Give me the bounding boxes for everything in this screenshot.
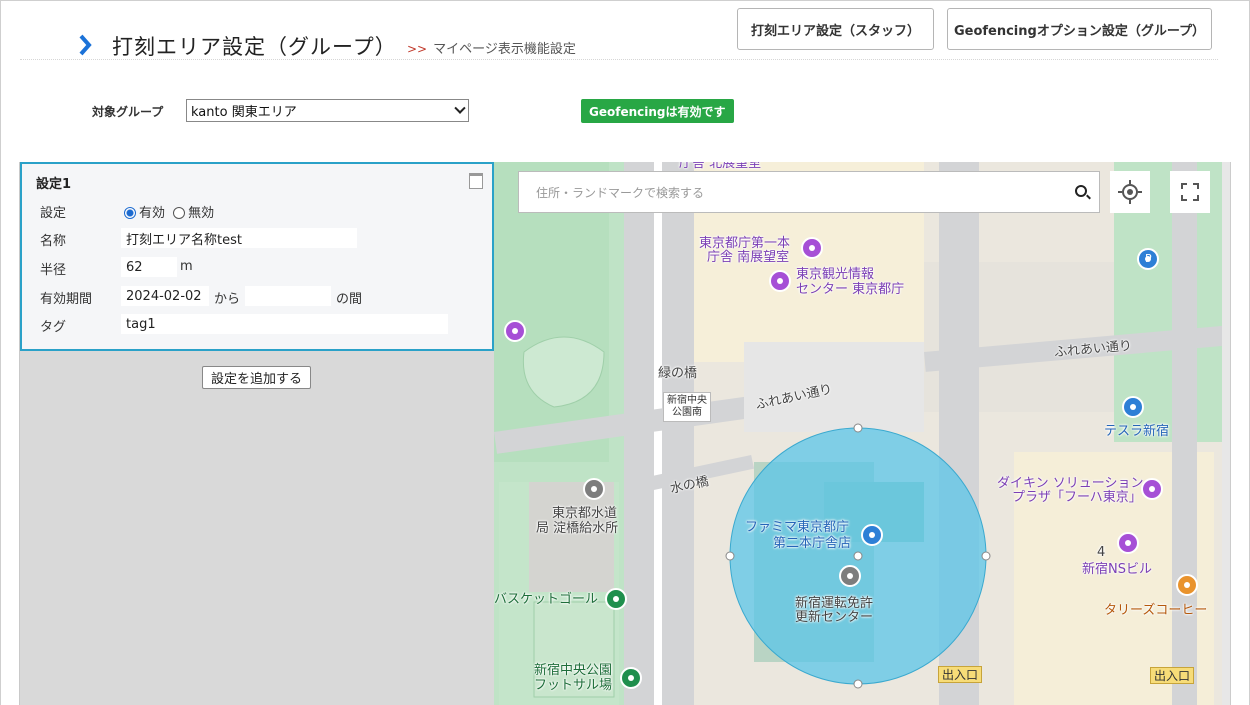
entrance-badge-2: 出入口 xyxy=(1150,667,1195,684)
map-label-tocho-2: 庁舎 南展望室 xyxy=(707,250,790,265)
radius-unit: m xyxy=(180,259,193,274)
status-off-radio[interactable] xyxy=(173,207,186,219)
status-off-label: 無効 xyxy=(188,206,215,221)
period-label: 有効期間 xyxy=(40,292,93,307)
tocho-observatory-pin[interactable] xyxy=(801,237,823,259)
geofencing-option-button[interactable]: Geofencingオプション設定（グループ） xyxy=(947,8,1212,50)
status-on-label: 有効 xyxy=(139,206,166,221)
map-label-futsal-2: フットサル場 xyxy=(534,678,613,693)
page-title: 打刻エリア設定（グループ） xyxy=(112,35,397,59)
period-from-input[interactable]: 2024-02-02 xyxy=(121,286,209,306)
mypage-display-link-label: マイページ表示機能設定 xyxy=(433,42,576,57)
map-label-tesla: テスラ新宿 xyxy=(1104,424,1170,439)
setting-title: 設定1 xyxy=(36,177,72,192)
radius-label: 半径 xyxy=(40,263,67,278)
map-label-kanko-1: 東京観光情報 xyxy=(796,267,875,282)
water-station-pin[interactable] xyxy=(583,478,605,500)
geofencing-status-badge: Geofencingは有効です xyxy=(581,99,734,123)
map-search-input[interactable]: 住所・ランドマークで検索する xyxy=(518,171,1100,213)
settings-panel: 設定1 設定 有効 無効 名称 打刻エリア名称test 半径 62 m 有効期間… xyxy=(19,162,495,705)
map-label-kita: 庁舎 北展望室 xyxy=(679,162,762,171)
name-input[interactable]: 打刻エリア名称test xyxy=(121,228,357,248)
staff-area-settings-button[interactable]: 打刻エリア設定（スタッフ） xyxy=(737,8,934,50)
famima-pin[interactable] xyxy=(861,524,883,546)
tullys-pin[interactable] xyxy=(1176,574,1198,596)
map-label-suidou-2: 局 淀橋給水所 xyxy=(536,521,619,536)
map-label-famima-2: 第二本庁舎店 xyxy=(773,536,852,551)
map-label-daikin-2: プラザ「フーハ東京」 xyxy=(1012,490,1142,505)
status-label: 設定 xyxy=(40,206,67,221)
park-poi-pin[interactable] xyxy=(504,320,526,342)
mypage-display-link[interactable]: >> マイページ表示機能設定 xyxy=(407,38,576,57)
my-location-button[interactable] xyxy=(1110,171,1150,213)
fullscreen-icon xyxy=(1181,183,1199,201)
map-label-daikin-1: ダイキン ソリューション xyxy=(997,476,1144,491)
map-label-ns: 新宿NSビル xyxy=(1082,562,1152,577)
add-setting-button[interactable]: 設定を追加する xyxy=(202,366,312,389)
map-label-basket: バスケットゴール xyxy=(494,592,599,607)
group-select-value: kanto 関東エリア xyxy=(191,105,297,120)
map-label-unten-1: 新宿運転免許 xyxy=(795,596,874,611)
map-label-suidou-1: 東京都水道 xyxy=(552,506,618,521)
license-center-pin[interactable] xyxy=(839,565,861,587)
map-label-tocho-1: 東京都庁第一本 xyxy=(699,236,791,251)
tag-label: タグ xyxy=(40,320,67,335)
basket-pin[interactable] xyxy=(605,588,627,610)
entrance-badge-1: 出入口 xyxy=(938,666,983,683)
period-to-suffix: の間 xyxy=(336,292,363,307)
parking-label: P xyxy=(1145,252,1152,265)
period-from-suffix: から xyxy=(214,292,241,307)
chevron-down-icon xyxy=(454,102,466,114)
station-label-1: 新宿中央 xyxy=(667,395,707,406)
group-select[interactable]: kanto 関東エリア xyxy=(186,99,469,122)
status-radio-group: 有効 無効 xyxy=(124,202,214,221)
setting-card: 設定1 設定 有効 無効 名称 打刻エリア名称test 半径 62 m 有効期間… xyxy=(20,162,494,351)
fullscreen-button[interactable] xyxy=(1170,171,1210,213)
name-label: 名称 xyxy=(40,234,67,249)
map-search-placeholder: 住所・ランドマークで検索する xyxy=(536,185,705,200)
map-label-tullys: タリーズコーヒー xyxy=(1104,603,1208,618)
map-view[interactable]: 住所・ランドマークで検索する 庁舎 北展望室 東京都庁第一本 庁舎 南展望室 東… xyxy=(494,162,1231,705)
double-arrow-icon: >> xyxy=(407,42,428,56)
daikin-pin[interactable] xyxy=(1141,478,1163,500)
map-label-num4: 4 xyxy=(1097,545,1106,560)
futsal-pin[interactable] xyxy=(620,667,642,689)
map-label-kanko-2: センター 東京都庁 xyxy=(796,282,905,297)
map-label-unten-2: 更新センター xyxy=(795,610,874,625)
station-label: 新宿中央 公園南 xyxy=(663,392,711,422)
period-to-input[interactable] xyxy=(245,286,331,306)
chevron-right-icon xyxy=(79,34,92,56)
tag-input[interactable]: tag1 xyxy=(121,314,448,334)
map-label-famima-1: ファミマ東京都庁 xyxy=(745,520,850,535)
status-on-radio[interactable] xyxy=(124,207,136,219)
tesla-pin[interactable] xyxy=(1122,396,1144,418)
ns-building-pin[interactable] xyxy=(1117,532,1139,554)
radius-input[interactable]: 62 xyxy=(121,257,177,277)
group-label: 対象グループ xyxy=(92,105,164,119)
tourism-center-pin[interactable] xyxy=(769,270,791,292)
trash-icon[interactable] xyxy=(469,173,483,189)
station-label-2: 公園南 xyxy=(672,407,702,418)
map-label-midori: 緑の橋 xyxy=(658,366,698,381)
crosshair-icon xyxy=(1118,180,1142,204)
map-label-futsal-1: 新宿中央公園 xyxy=(534,663,613,678)
search-icon[interactable] xyxy=(1075,185,1087,197)
